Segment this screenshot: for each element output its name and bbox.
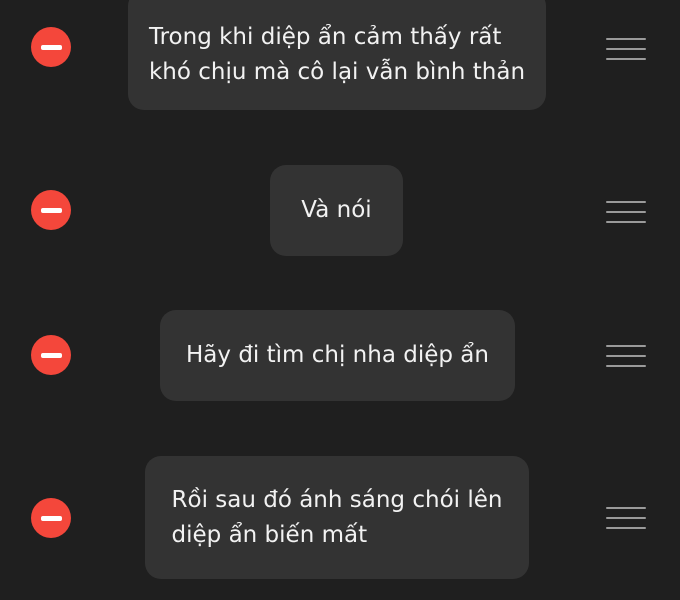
message-text: Trong khi diệp ẩn cảm thấy rất khó chịu … — [148, 24, 526, 85]
list-item: Trong khi diệp ẩn cảm thấy rất khó chịu … — [0, 0, 680, 120]
message-text: Rồi sau đó ánh sáng chói lên diệp ẩn biế… — [171, 486, 503, 548]
list-item: Hãy đi tìm chị nha diệp ẩn — [0, 300, 680, 410]
message-bubble[interactable]: Rồi sau đó ánh sáng chói lên diệp ẩn biế… — [145, 456, 529, 579]
message-text: Hãy đi tìm chị nha diệp ẩn — [186, 342, 489, 368]
list-item: Và nói — [0, 160, 680, 260]
delete-item-button[interactable] — [31, 498, 71, 538]
minus-circle-icon — [40, 352, 62, 358]
drag-handle-icon[interactable] — [606, 38, 646, 60]
message-bubble[interactable]: Và nói — [270, 165, 403, 256]
message-bubble[interactable]: Hãy đi tìm chị nha diệp ẩn — [160, 310, 515, 401]
minus-circle-icon — [40, 515, 62, 521]
minus-circle-icon — [40, 207, 62, 213]
message-bubble[interactable]: Trong khi diệp ẩn cảm thấy rất khó chịu … — [128, 0, 546, 110]
drag-handle-icon[interactable] — [606, 201, 646, 223]
drag-handle-icon[interactable] — [606, 507, 646, 529]
delete-item-button[interactable] — [31, 190, 71, 230]
delete-item-button[interactable] — [31, 335, 71, 375]
minus-circle-icon — [40, 44, 62, 50]
list-item: Rồi sau đó ánh sáng chói lên diệp ẩn biế… — [0, 450, 680, 580]
drag-handle-icon[interactable] — [606, 345, 646, 367]
message-text: Và nói — [301, 197, 372, 223]
delete-item-button[interactable] — [31, 27, 71, 67]
